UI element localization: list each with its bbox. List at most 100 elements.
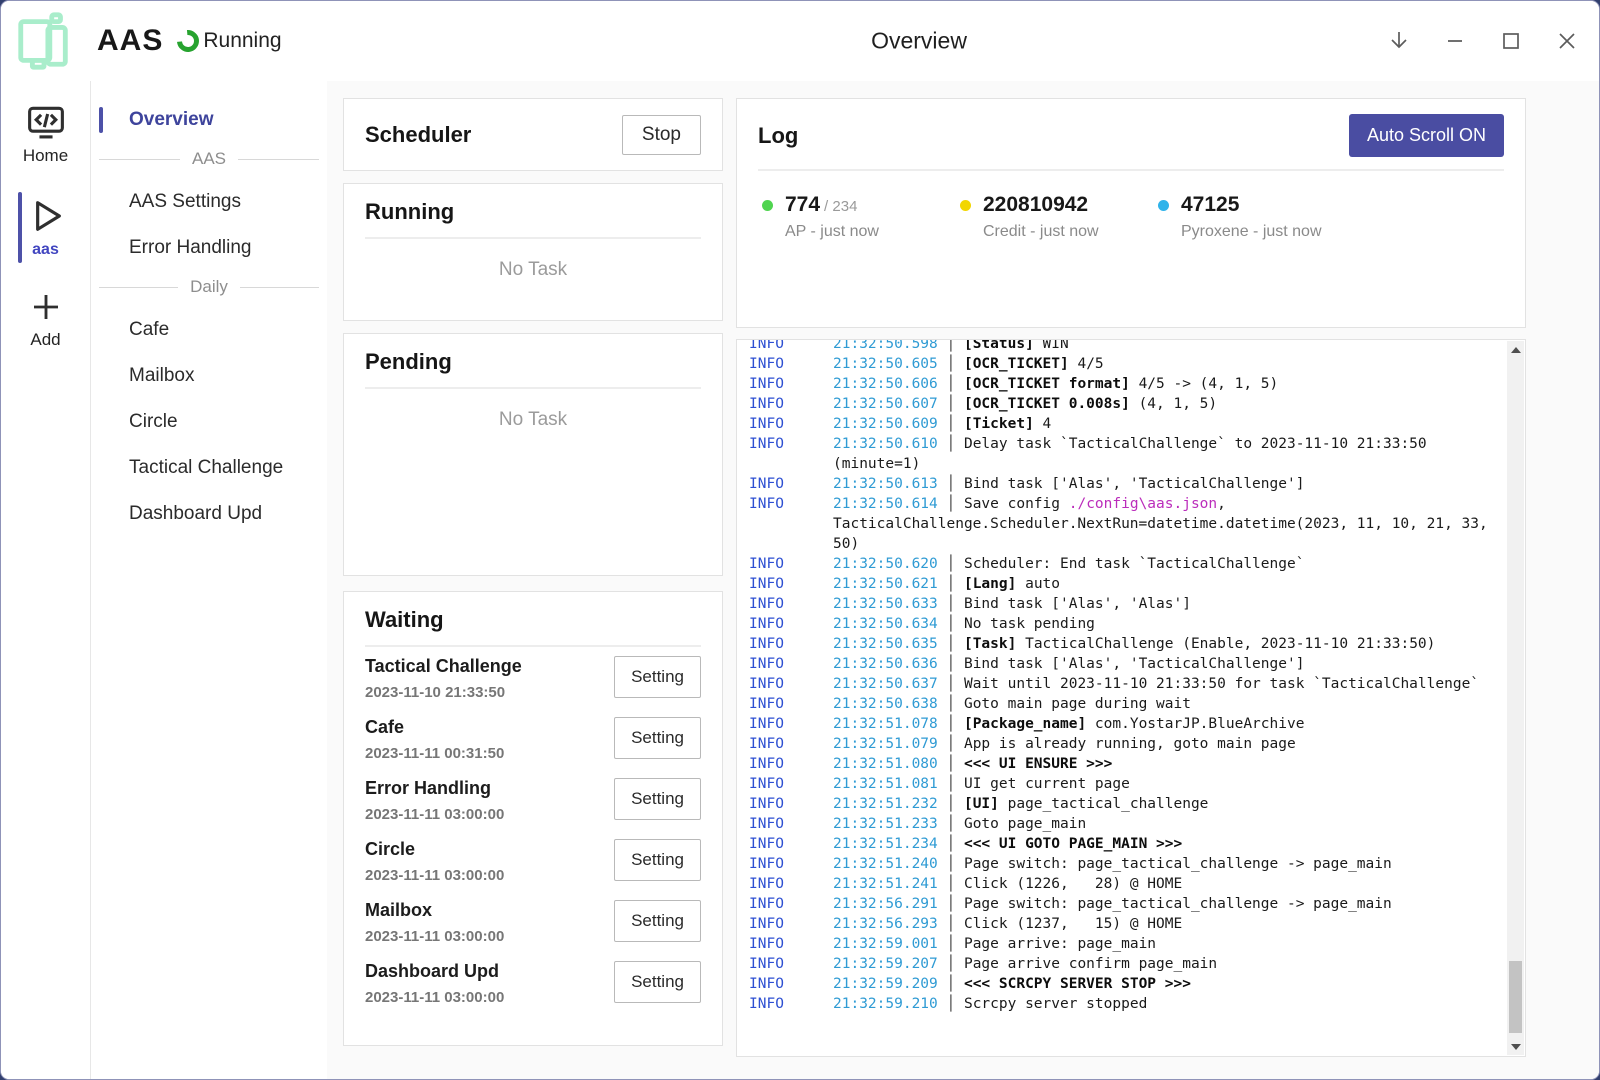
rail-item-aas[interactable]: aas <box>1 192 90 263</box>
log-message: 21:32:50.605 │ [OCR_TICKET] 4/5 <box>833 354 1489 374</box>
rail-label-aas: aas <box>32 241 59 259</box>
pending-card: Pending No Task <box>343 333 723 576</box>
maximize-button[interactable] <box>1499 29 1523 53</box>
stat-value: 220810942 <box>983 193 1088 216</box>
log-timestamp: 21:32:59.001 <box>833 936 938 952</box>
log-level: INFO <box>749 674 833 694</box>
stop-button[interactable]: Stop <box>622 115 701 155</box>
log-stat: 220810942 Credit - just now <box>956 193 1154 241</box>
scroll-down-button[interactable] <box>1507 1038 1524 1055</box>
stat-value: 774 <box>785 193 820 216</box>
task-time: 2023-11-10 21:33:50 <box>365 684 522 701</box>
log-timestamp: 21:32:50.635 <box>833 636 938 652</box>
log-entry: INFO21:32:51.079 │ App is already runnin… <box>749 734 1489 754</box>
log-separator: │ <box>938 756 964 772</box>
log-level: INFO <box>749 374 833 394</box>
setting-button[interactable]: Setting <box>614 961 701 1003</box>
task-info: Tactical Challenge 2023-11-10 21:33:50 <box>365 656 522 708</box>
divider <box>365 237 701 239</box>
log-timestamp: 21:32:50.636 <box>833 656 938 672</box>
log-level: INFO <box>749 614 833 634</box>
log-panel[interactable]: INFO21:32:50.598 │ [Status] WININFO21:32… <box>736 339 1526 1057</box>
log-level: INFO <box>749 714 833 734</box>
nav-item-mailbox[interactable]: Mailbox <box>91 357 327 395</box>
waiting-task-row: Mailbox 2023-11-11 03:00:00 Setting <box>365 900 701 952</box>
log-entry: INFO21:32:51.081 │ UI get current page <box>749 774 1489 794</box>
log-level: INFO <box>749 394 833 414</box>
log-message-segment: 4/5 -> (4, 1, 5) <box>1130 376 1278 392</box>
log-separator: │ <box>938 896 964 912</box>
nav-section-divider: Daily <box>99 277 319 297</box>
log-level: INFO <box>749 774 833 794</box>
stat-dot-icon <box>960 200 971 211</box>
log-message: 21:32:50.609 │ [Ticket] 4 <box>833 414 1489 434</box>
scheduler-title: Scheduler <box>365 122 471 148</box>
scroll-down-icon <box>1511 1044 1521 1050</box>
log-message: 21:32:50.638 │ Goto main page during wai… <box>833 694 1489 714</box>
setting-button[interactable]: Setting <box>614 900 701 942</box>
setting-button[interactable]: Setting <box>614 839 701 881</box>
left-column: Scheduler Stop Running No Task Pending N… <box>343 98 723 1079</box>
scrollbar-thumb[interactable] <box>1509 961 1522 1033</box>
log-separator: │ <box>938 836 964 852</box>
log-message-segment: Goto page_main <box>964 816 1086 832</box>
log-message-segment: [Task] <box>964 636 1016 652</box>
close-button[interactable] <box>1555 29 1579 53</box>
log-timestamp: 21:32:50.606 <box>833 376 938 392</box>
log-message: 21:32:50.607 │ [OCR_TICKET 0.008s] (4, 1… <box>833 394 1489 414</box>
log-entry: INFO21:32:50.606 │ [OCR_TICKET format] 4… <box>749 374 1489 394</box>
log-entry: INFO21:32:51.241 │ Click (1226, 28) @ HO… <box>749 874 1489 894</box>
setting-button[interactable]: Setting <box>614 717 701 759</box>
log-message-segment: com.YostarJP.BlueArchive <box>1086 716 1304 732</box>
icon-rail: Home aas Add <box>1 81 91 1079</box>
log-separator: │ <box>938 636 964 652</box>
rail-item-add[interactable]: Add <box>1 285 90 354</box>
nav-item-dashboard-upd[interactable]: Dashboard Upd <box>91 495 327 533</box>
nav-item-tactical-challenge[interactable]: Tactical Challenge <box>91 449 327 487</box>
log-message-segment: Save config <box>964 496 1069 512</box>
log-message-segment: [Ticket] <box>964 416 1034 432</box>
nav-item-overview[interactable]: Overview <box>91 101 327 139</box>
log-level: INFO <box>749 734 833 754</box>
log-timestamp: 21:32:59.209 <box>833 976 938 992</box>
log-message: 21:32:51.080 │ <<< UI ENSURE >>> <box>833 754 1489 774</box>
rail-item-home[interactable]: Home <box>1 101 90 170</box>
log-scrollbar[interactable] <box>1507 341 1524 1055</box>
setting-button[interactable]: Setting <box>614 656 701 698</box>
log-separator: │ <box>938 716 964 732</box>
auto-scroll-button[interactable]: Auto Scroll ON <box>1349 114 1504 157</box>
log-message: 21:32:50.636 │ Bind task ['Alas', 'Tacti… <box>833 654 1489 674</box>
rail-label-home: Home <box>23 146 68 166</box>
log-message-segment: No task pending <box>964 616 1095 632</box>
rail-label-add: Add <box>30 330 60 350</box>
log-entry: INFO21:32:50.635 │ [Task] TacticalChalle… <box>749 634 1489 654</box>
nav-item-cafe[interactable]: Cafe <box>91 311 327 349</box>
nav-item-circle[interactable]: Circle <box>91 403 327 441</box>
scroll-up-button[interactable] <box>1507 341 1524 358</box>
app-logo-icon <box>13 10 75 72</box>
download-update-button[interactable] <box>1387 29 1411 53</box>
log-level: INFO <box>749 414 833 434</box>
nav-item-error-handling[interactable]: Error Handling <box>91 229 327 267</box>
log-message-segment: Click (1226, 28) @ HOME <box>964 876 1182 892</box>
log-message-segment: <<< UI GOTO PAGE_MAIN >>> <box>964 836 1182 852</box>
stat-extra: / 234 <box>824 198 857 215</box>
minimize-button[interactable] <box>1443 29 1467 53</box>
nav-item-aas-settings[interactable]: AAS Settings <box>91 183 327 221</box>
task-name: Cafe <box>365 717 504 738</box>
download-arrow-icon <box>1388 29 1410 53</box>
log-level: INFO <box>749 354 833 374</box>
log-entry: INFO21:32:50.636 │ Bind task ['Alas', 'T… <box>749 654 1489 674</box>
log-level: INFO <box>749 694 833 714</box>
log-stat: 47125 Pyroxene - just now <box>1154 193 1352 241</box>
log-separator: │ <box>938 956 964 972</box>
log-separator: │ <box>938 616 964 632</box>
waiting-card: Waiting Tactical Challenge 2023-11-10 21… <box>343 591 723 1046</box>
log-message: 21:32:56.293 │ Click (1237, 15) @ HOME <box>833 914 1489 934</box>
setting-button[interactable]: Setting <box>614 778 701 820</box>
log-message-segment: <<< SCRCPY SERVER STOP >>> <box>964 976 1191 992</box>
log-title: Log <box>758 123 798 149</box>
log-timestamp: 21:32:50.605 <box>833 356 938 372</box>
maximize-icon <box>1501 31 1521 51</box>
log-separator: │ <box>938 736 964 752</box>
